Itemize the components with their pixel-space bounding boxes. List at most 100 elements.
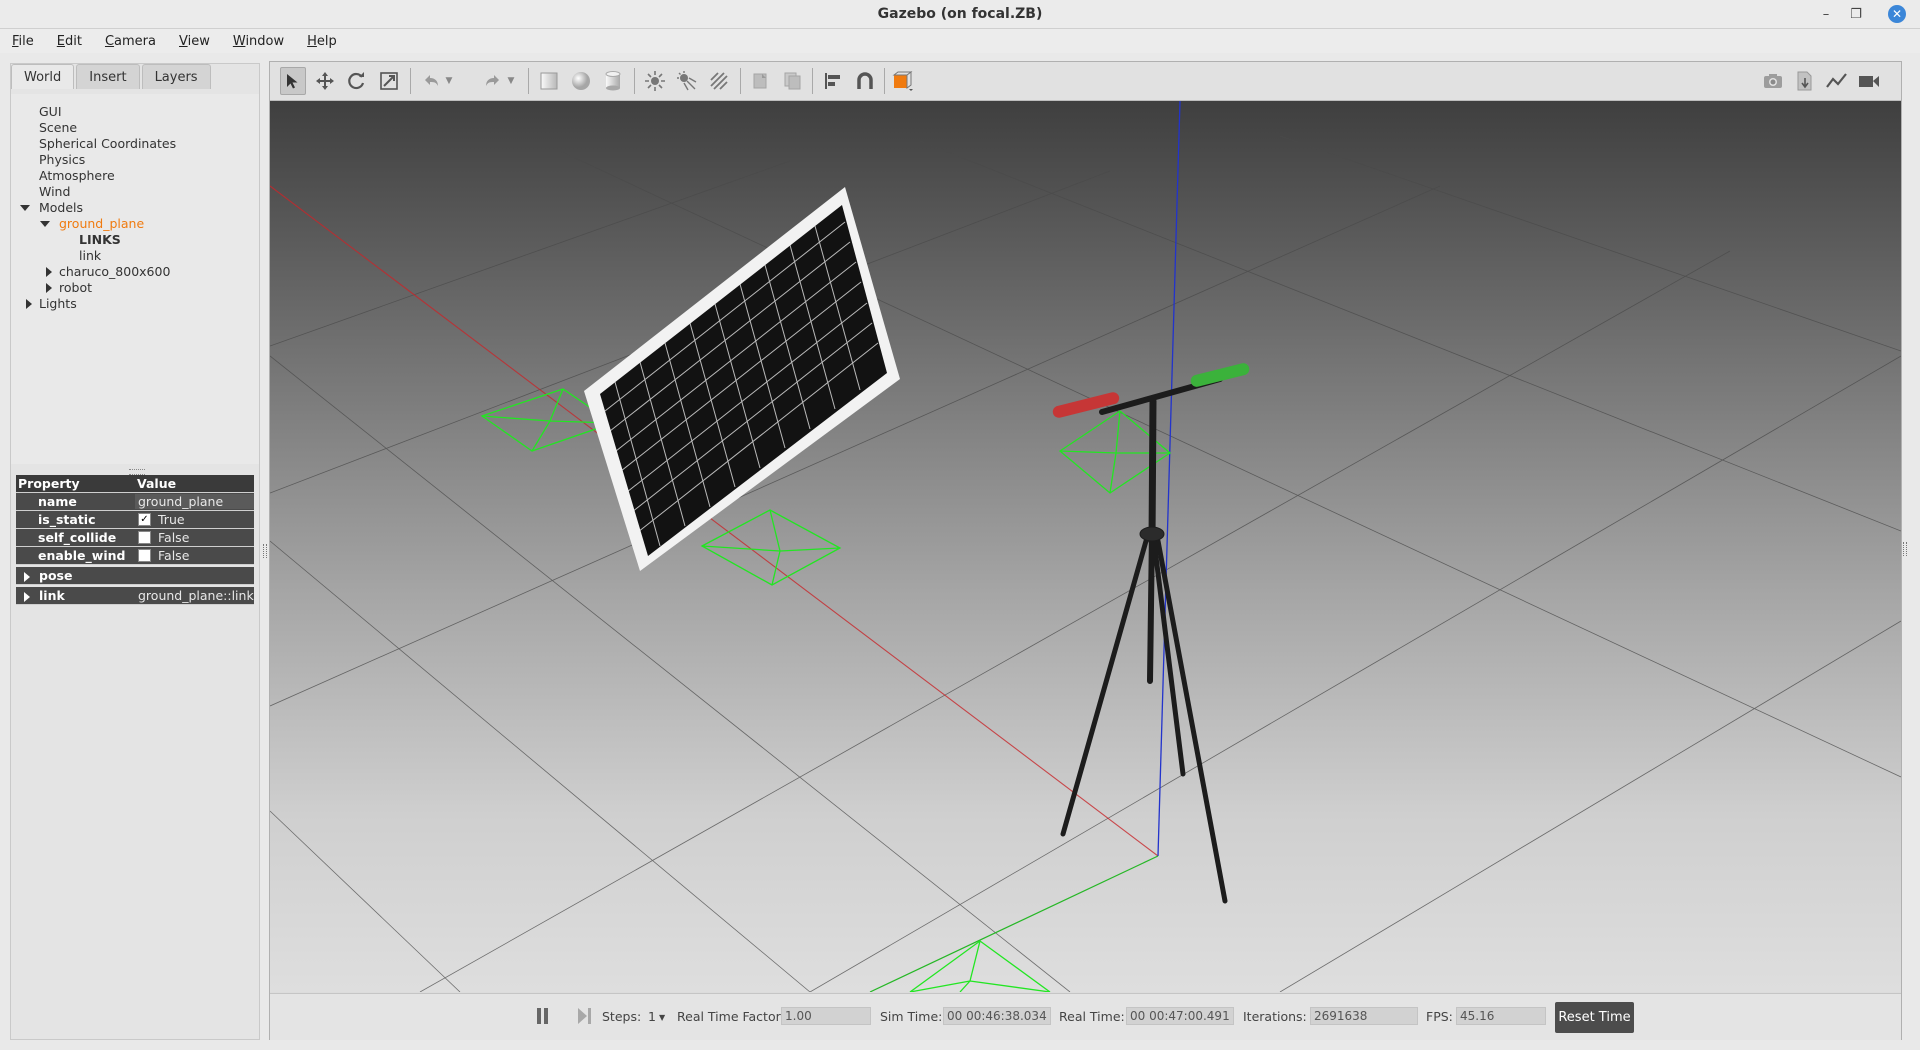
tree-item-spherical-coordinates[interactable]: Spherical Coordinates (39, 136, 176, 151)
menu-help[interactable]: Help (295, 34, 348, 49)
property-value-enable-wind: False (135, 548, 254, 563)
pose-label: pose (39, 568, 73, 583)
scene-canvas[interactable] (270, 101, 1901, 992)
tree-item-charuco[interactable]: charuco_800x600 (59, 264, 170, 279)
menu-bar: File Edit Camera View Window Help (0, 29, 1920, 53)
minimize-icon[interactable]: – (1812, 0, 1840, 28)
property-row-link[interactable]: link ground_plane::link (16, 587, 254, 605)
screenshot-icon[interactable] (1760, 67, 1786, 95)
tree-item-atmosphere[interactable]: Atmosphere (39, 168, 115, 183)
property-table: Property Value name ground_plane is_stat… (16, 475, 254, 605)
tree-item-gui[interactable]: GUI (39, 104, 62, 119)
menu-window[interactable]: Window (221, 34, 295, 49)
snap-icon[interactable] (852, 67, 878, 95)
maximize-icon[interactable]: ❐ (1842, 0, 1870, 28)
box-shape-icon[interactable] (536, 67, 562, 95)
property-key: is_static (38, 512, 96, 527)
link-expand-icon[interactable] (24, 591, 30, 602)
tree-item-lights[interactable]: Lights (39, 296, 77, 311)
toolbar-separator (884, 68, 885, 94)
3d-viewport[interactable] (270, 101, 1901, 992)
tab-insert[interactable]: Insert (76, 64, 140, 89)
left-panel: World Insert Layers GUI Scene Spherical … (10, 63, 267, 1040)
sphere-shape-icon[interactable] (568, 67, 594, 95)
toolbar-separator (740, 68, 741, 94)
tab-layers[interactable]: Layers (141, 64, 211, 89)
property-key-pose: pose (16, 568, 135, 583)
property-value-link: ground_plane::link (135, 588, 254, 603)
tree-item-robot[interactable]: robot (59, 280, 92, 295)
copy-icon[interactable] (748, 67, 774, 95)
real-time-label: Real Time: (1059, 1009, 1125, 1024)
iterations-label: Iterations: (1243, 1009, 1307, 1024)
close-window-button[interactable]: ✕ (1886, 0, 1908, 28)
is-static-checkbox[interactable]: ✓ (138, 513, 151, 526)
enable-wind-checkbox[interactable] (138, 549, 151, 562)
main-toolbar: ▼ ▼ (270, 62, 1901, 101)
tree-item-models[interactable]: Models (39, 200, 83, 215)
robot-expand-icon[interactable] (46, 283, 52, 293)
reset-time-button[interactable]: Reset Time (1555, 1002, 1634, 1033)
menu-edit[interactable]: Edit (45, 34, 93, 49)
step-icon[interactable] (578, 1008, 592, 1024)
sim-time-field: 00 00:46:38.034 (943, 1007, 1051, 1025)
left-panel-resize-handle[interactable] (263, 544, 267, 558)
paste-icon[interactable] (780, 67, 806, 95)
property-key: name (38, 494, 77, 509)
property-value-name[interactable]: ground_plane (135, 494, 254, 509)
tree-item-physics[interactable]: Physics (39, 152, 85, 167)
property-table-header: Property Value (16, 475, 254, 493)
steps-label: Steps: (602, 1009, 642, 1024)
right-panel-resize-handle[interactable] (1903, 542, 1907, 556)
pause-icon[interactable] (535, 1007, 551, 1025)
self-collide-label: False (158, 530, 190, 545)
plot-icon[interactable] (1824, 67, 1850, 95)
tree-item-link[interactable]: link (79, 248, 101, 263)
rotate-mode-icon[interactable] (344, 67, 370, 95)
tree-item-ground-plane[interactable]: ground_plane (59, 216, 144, 231)
real-time-field: 00 00:47:00.491 (1126, 1007, 1234, 1025)
undo-dropdown-icon[interactable]: ▼ (442, 67, 456, 95)
property-value-self-collide: False (135, 530, 254, 545)
point-light-icon[interactable] (642, 67, 668, 95)
menu-view[interactable]: View (167, 34, 221, 49)
models-expand-icon[interactable] (20, 205, 30, 211)
view-angle-icon[interactable] (890, 67, 916, 95)
redo-icon[interactable] (480, 67, 506, 95)
select-mode-icon[interactable] (280, 67, 306, 95)
header-value: Value (137, 476, 177, 491)
directional-light-icon[interactable] (706, 67, 732, 95)
tree-item-scene[interactable]: Scene (39, 120, 77, 135)
lights-expand-icon[interactable] (26, 299, 32, 309)
property-value-is-static: ✓ True (135, 512, 254, 527)
tree-item-wind[interactable]: Wind (39, 184, 70, 199)
iterations-field: 2691638 (1310, 1007, 1418, 1025)
scale-mode-icon[interactable] (376, 67, 402, 95)
spot-light-icon[interactable] (674, 67, 700, 95)
menu-camera[interactable]: Camera (93, 34, 167, 49)
undo-icon[interactable] (418, 67, 444, 95)
log-icon[interactable] (1792, 67, 1818, 95)
steps-dropdown-icon[interactable]: ▼ (659, 1013, 665, 1022)
property-row-pose[interactable]: pose (16, 567, 254, 585)
is-static-label: True (158, 512, 185, 527)
pose-expand-icon[interactable] (24, 571, 30, 582)
ground-plane-expand-icon[interactable] (40, 221, 50, 227)
steps-value[interactable]: 1 (648, 1009, 656, 1024)
align-icon[interactable] (820, 67, 846, 95)
tab-world[interactable]: World (11, 64, 75, 89)
translate-mode-icon[interactable] (312, 67, 338, 95)
rtf-field: 1.00 (781, 1007, 871, 1025)
video-record-icon[interactable] (1856, 67, 1882, 95)
redo-dropdown-icon[interactable]: ▼ (504, 67, 518, 95)
toolbar-separator (410, 68, 411, 94)
self-collide-checkbox[interactable] (138, 531, 151, 544)
world-tree: GUI Scene Spherical Coordinates Physics … (11, 94, 259, 464)
fps-label: FPS: (1426, 1009, 1453, 1024)
menu-file[interactable]: File (0, 34, 45, 49)
rtf-label: Real Time Factor: (677, 1009, 785, 1024)
window-title: Gazebo (on focal.ZB) (877, 6, 1043, 22)
close-icon[interactable]: ✕ (1888, 5, 1906, 23)
cylinder-shape-icon[interactable] (600, 67, 626, 95)
charuco-expand-icon[interactable] (46, 267, 52, 277)
